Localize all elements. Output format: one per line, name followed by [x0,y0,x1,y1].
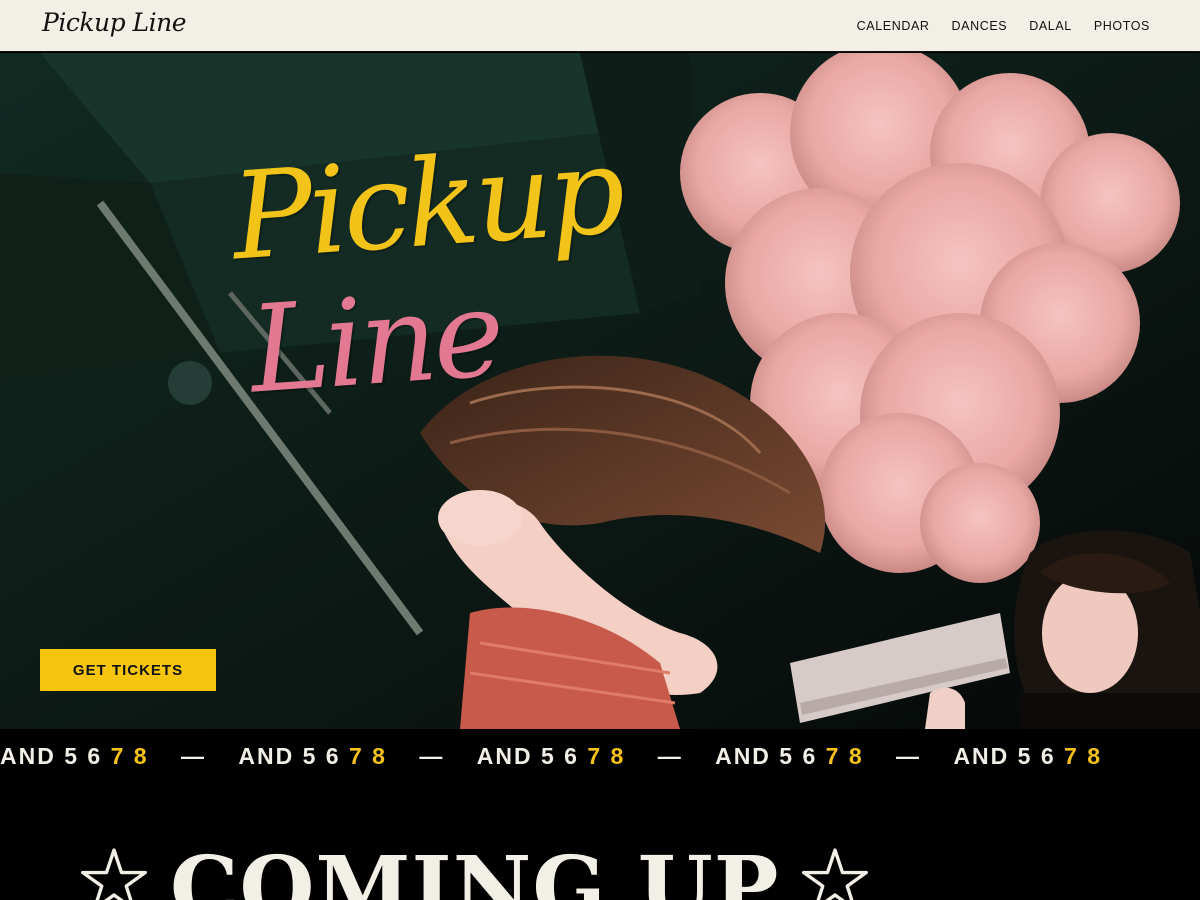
site-logo[interactable]: Pickup Line [42,8,187,37]
coming-up-heading: COMING UP [80,846,869,900]
nav-dalal[interactable]: DALAL [1029,19,1072,33]
ticker-item: AND 5 6 7 8 [238,743,387,769]
ticker-separator: — [180,743,206,769]
ticker-item: AND 5 6 7 8 [476,743,626,769]
section-title: COMING UP [170,838,780,900]
star-icon [802,848,869,900]
hero-section: Pickup Line GET TICKETS [0,53,1200,729]
hero-wordmark-line: Line [245,264,505,421]
ticker-track: AND 5 6 7 8 — AND 5 6 7 8 — AND 5 6 7 8 … [0,743,1126,770]
ticker-item: AND 5 6 7 8 [0,743,149,769]
ticker-separator: — [419,743,445,769]
ticker-item: AND 5 6 7 8 [953,743,1103,769]
star-icon [81,848,147,900]
coming-up-section: COMING UP [0,784,1200,900]
nav-photos[interactable]: PHOTOS [1094,19,1150,33]
nav-dances[interactable]: DANCES [952,19,1008,33]
main-nav: CALENDAR DANCES DALAL PHOTOS [857,0,1150,52]
ticker-item: AND 5 6 7 8 [715,743,864,769]
hero-wordmark-pickup: Pickup [227,121,626,288]
nav-calendar[interactable]: CALENDAR [857,19,930,33]
ticker-separator: — [896,743,922,769]
site-header: Pickup Line CALENDAR DANCES DALAL PHOTOS [0,0,1200,52]
ticker-separator: — [657,743,683,769]
marquee-ticker: AND 5 6 7 8 — AND 5 6 7 8 — AND 5 6 7 8 … [0,729,1200,784]
get-tickets-button[interactable]: GET TICKETS [40,649,216,691]
